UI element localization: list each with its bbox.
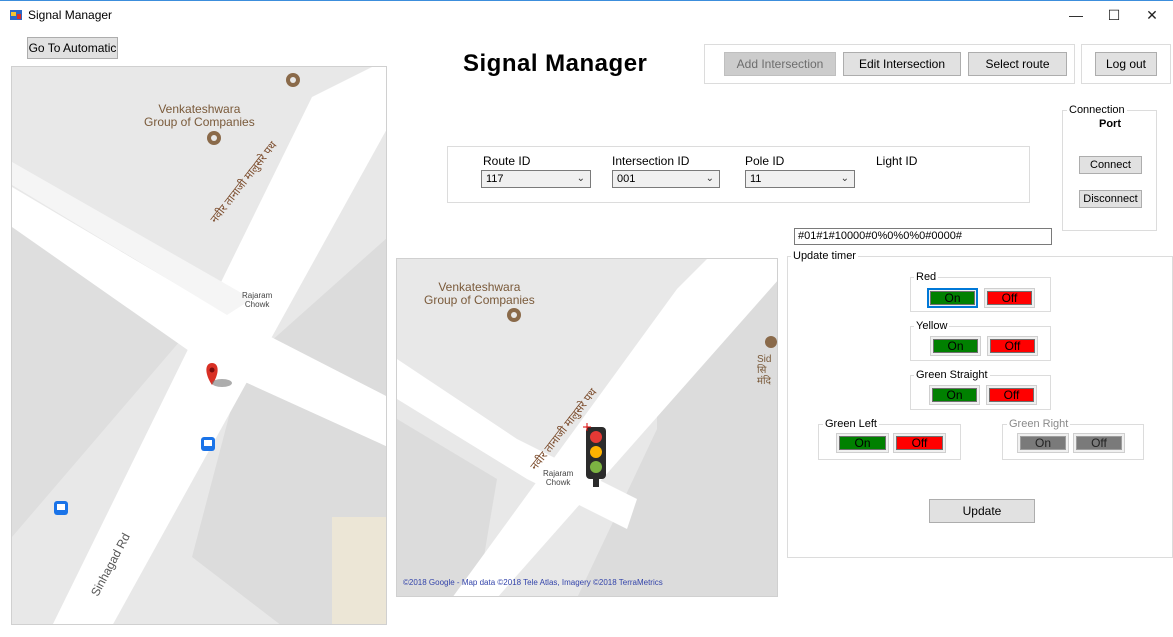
window-title: Signal Manager bbox=[28, 8, 113, 22]
left-map-chowk-line1: Rajaram bbox=[242, 291, 273, 300]
chevron-down-icon: ⌄ bbox=[576, 173, 585, 184]
chevron-down-icon: ⌄ bbox=[840, 173, 849, 184]
green-right-off-button[interactable]: Off bbox=[1076, 436, 1122, 450]
title-bar bbox=[0, 0, 1173, 30]
light-id-label: Light ID bbox=[876, 154, 918, 168]
connection-group-label: Connection bbox=[1067, 104, 1127, 116]
right-map-chowk-line2: Chowk bbox=[545, 478, 571, 487]
yellow-on-button[interactable]: On bbox=[933, 339, 978, 353]
right-map-side-line1: Sid bbox=[757, 354, 772, 365]
red-off-button[interactable]: Off bbox=[987, 291, 1032, 305]
intersection-id-value: 001 bbox=[617, 173, 636, 185]
right-map-poi-label: Venkateshwara Group of Companies bbox=[424, 281, 535, 307]
right-map-chowk-line1: Rajaram bbox=[543, 469, 574, 478]
update-button[interactable]: Update bbox=[929, 499, 1035, 523]
add-intersection-button[interactable]: Add Intersection bbox=[724, 52, 836, 76]
port-label: Port bbox=[1099, 118, 1121, 130]
green-right-group-label: Green Right bbox=[1007, 418, 1071, 430]
page-title: Signal Manager bbox=[463, 50, 648, 77]
route-id-dropdown[interactable]: 117 ⌄ bbox=[481, 170, 591, 188]
yellow-off-button[interactable]: Off bbox=[990, 339, 1035, 353]
green-left-off-button[interactable]: Off bbox=[896, 436, 943, 450]
connect-button[interactable]: Connect bbox=[1079, 156, 1142, 174]
intersection-id-dropdown[interactable]: 001 ⌄ bbox=[612, 170, 720, 188]
go-to-automatic-button[interactable]: Go To Automatic bbox=[27, 37, 118, 59]
red-on-button[interactable]: On bbox=[930, 291, 975, 305]
right-map[interactable]: Venkateshwara Group of Companies नवीर ता… bbox=[396, 258, 778, 597]
update-timer-label: Update timer bbox=[791, 250, 858, 262]
app-icon bbox=[9, 8, 23, 22]
yellow-group-label: Yellow bbox=[914, 320, 950, 332]
minimize-button[interactable]: — bbox=[1061, 4, 1091, 26]
green-straight-off-button[interactable]: Off bbox=[989, 388, 1034, 402]
green-left-on-button[interactable]: On bbox=[839, 436, 886, 450]
route-id-label: Route ID bbox=[483, 154, 531, 168]
close-button[interactable]: ✕ bbox=[1137, 4, 1167, 26]
right-map-side-line3: मंदि bbox=[757, 376, 771, 387]
pole-id-value: 11 bbox=[750, 173, 762, 185]
green-straight-group-label: Green Straight bbox=[914, 369, 990, 381]
green-right-on-button[interactable]: On bbox=[1020, 436, 1066, 450]
left-map-chowk-label: Rajaram Chowk bbox=[242, 291, 272, 309]
left-map-canvas bbox=[12, 67, 386, 624]
right-map-poi-line2: Group of Companies bbox=[424, 293, 535, 307]
pole-id-dropdown[interactable]: 11 ⌄ bbox=[745, 170, 855, 188]
left-map-poi-label: Venkateshwara Group of Companies bbox=[144, 103, 255, 129]
green-left-group-label: Green Left bbox=[823, 418, 879, 430]
left-map-chowk-line2: Chowk bbox=[244, 300, 270, 309]
route-id-value: 117 bbox=[486, 173, 504, 185]
edit-intersection-button[interactable]: Edit Intersection bbox=[843, 52, 961, 76]
left-map[interactable]: Venkateshwara Group of Companies नवीर ता… bbox=[11, 66, 387, 625]
green-straight-on-button[interactable]: On bbox=[932, 388, 977, 402]
right-map-canvas bbox=[397, 259, 777, 596]
disconnect-button[interactable]: Disconnect bbox=[1079, 190, 1142, 208]
map-attribution: ©2018 Google - Map data ©2018 Tele Atlas… bbox=[403, 578, 663, 587]
left-map-poi-line2: Group of Companies bbox=[144, 115, 255, 129]
command-textbox[interactable]: #01#1#10000#0%0%0%0#0000# bbox=[794, 228, 1052, 245]
right-map-side-label: Sid सि मंदि bbox=[757, 354, 771, 387]
intersection-id-label: Intersection ID bbox=[612, 154, 690, 168]
pole-id-label: Pole ID bbox=[745, 154, 785, 168]
right-map-side-line2: सि bbox=[757, 365, 767, 376]
maximize-button[interactable]: ☐ bbox=[1099, 4, 1129, 26]
log-out-button[interactable]: Log out bbox=[1095, 52, 1157, 76]
right-map-chowk-label: Rajaram Chowk bbox=[543, 469, 573, 487]
red-group-label: Red bbox=[914, 271, 939, 283]
select-route-button[interactable]: Select route bbox=[968, 52, 1067, 76]
chevron-down-icon: ⌄ bbox=[705, 173, 714, 184]
